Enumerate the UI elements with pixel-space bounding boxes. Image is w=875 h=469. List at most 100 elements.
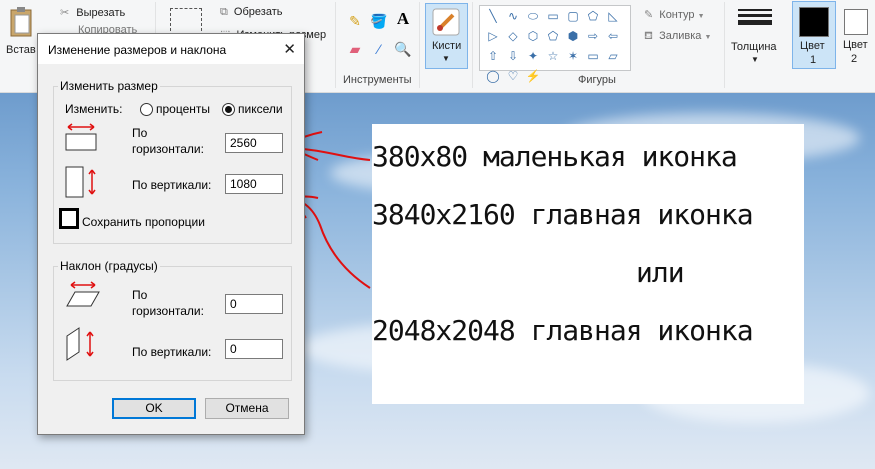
text-tool-icon[interactable]: A [394, 9, 412, 28]
size-label: Толщина [731, 41, 777, 53]
chevron-down-icon: ▼ [442, 54, 450, 63]
paste-label: Встав [6, 44, 36, 56]
keep-ratio-checkbox[interactable] [59, 208, 79, 229]
skew-group-title: Наклон (градусы) [58, 259, 160, 273]
brushes-label: Кисти [432, 40, 462, 52]
shape-triangle-icon[interactable]: ◺ [604, 8, 622, 24]
note-image: 380x80 маленькая иконка 3840x2160 главна… [372, 124, 804, 404]
dialog-title: Изменение размеров и наклона [48, 43, 227, 57]
resize-skew-dialog: Изменение размеров и наклона ✕ Изменить … [37, 33, 305, 435]
keep-ratio-label[interactable]: Сохранить пропорции [82, 215, 205, 229]
shape-oval-icon[interactable]: ⬭ [524, 8, 542, 24]
vertical-label: По вертикали: [132, 178, 212, 192]
pixels-label[interactable]: пиксели [238, 102, 283, 116]
chevron-down-icon: ▼ [704, 34, 712, 41]
ribbon-separator [724, 2, 725, 88]
color2-swatch [844, 9, 868, 35]
shape-arrow-left-icon[interactable]: ⇦ [604, 28, 622, 44]
horizontal-resize-icon [65, 123, 97, 151]
note-line-1: 380x80 маленькая иконка [372, 140, 738, 173]
chevron-down-icon: ▼ [751, 55, 759, 64]
shape-polygon-icon[interactable]: ⬠ [584, 8, 602, 24]
horizontal-skew-icon [66, 281, 100, 307]
color2-label: Цвет [843, 39, 868, 51]
chevron-down-icon: ▼ [697, 13, 705, 20]
shape-right-triangle-icon[interactable]: ▷ [484, 28, 502, 44]
percent-label[interactable]: проценты [156, 102, 210, 116]
cut-label: Вырезать [76, 7, 126, 19]
clipboard-icon [10, 7, 32, 37]
brush-icon [432, 8, 460, 36]
shape-hexagon-icon[interactable]: ⬠ [544, 28, 562, 44]
note-line-2: 3840x2160 главная иконка [372, 198, 754, 231]
shape-pentagon-icon[interactable]: ⬡ [524, 28, 542, 44]
shape-lightning-icon[interactable]: ⚡ [524, 68, 542, 84]
note-line-4: 2048x2048 главная иконка [372, 314, 754, 347]
shape-arrow-up-icon[interactable]: ⇧ [484, 48, 502, 64]
crop-button[interactable]: ⧉ Обрезать [220, 6, 282, 19]
line-thickness-icon [738, 9, 772, 25]
percent-radio[interactable] [140, 103, 153, 116]
outline-icon: ✎ [644, 9, 654, 21]
crop-icon: ⧉ [220, 6, 228, 18]
magnifier-icon[interactable]: 🔍 [394, 40, 412, 58]
pencil-icon[interactable]: ✎ [346, 12, 364, 30]
shape-callout-rect-icon[interactable]: ▭ [584, 48, 602, 64]
shape-curve-icon[interactable]: ∿ [504, 8, 522, 24]
shape-star4-icon[interactable]: ✦ [524, 48, 542, 64]
outline-button[interactable]: ✎ Контур ▼ [644, 8, 705, 21]
shape-diamond-icon[interactable]: ◇ [504, 28, 522, 44]
shape-callout-round-icon[interactable]: ▱ [604, 48, 622, 64]
shapes-gallery[interactable]: ╲ ∿ ⬭ ▭ ▢ ⬠ ◺ ▷ ◇ ⬡ ⬠ ⬢ ⇨ ⇦ ⇧ ⇩ ✦ ☆ ✶ ▭ ▱ ◯ ♡ ⚡ [479, 5, 631, 83]
crop-label: Обрезать [233, 6, 283, 18]
skew-vertical-input[interactable]: 0 [225, 339, 283, 359]
shape-rounded-rect-icon[interactable]: ▢ [564, 8, 582, 24]
horizontal-label-2: горизонтали: [132, 142, 204, 156]
close-icon[interactable]: ✕ [283, 40, 296, 58]
shape-rectangle-icon[interactable]: ▭ [544, 8, 562, 24]
color1-swatch [799, 7, 829, 37]
skew-horizontal-input[interactable]: 0 [225, 294, 283, 314]
shape-hexagon2-icon[interactable]: ⬢ [564, 28, 582, 44]
shape-arrow-right-icon[interactable]: ⇨ [584, 28, 602, 44]
dialog-titlebar[interactable]: Изменение размеров и наклона ✕ [38, 34, 304, 64]
ribbon-separator [335, 2, 336, 88]
ok-button[interactable]: OK [112, 398, 196, 419]
shape-arrow-down-icon[interactable]: ⇩ [504, 48, 522, 64]
select-button[interactable] [170, 8, 202, 36]
shapes-group-label: Фигуры [578, 74, 616, 86]
shape-heart-icon[interactable]: ♡ [504, 68, 522, 84]
fill-button[interactable]: ⛾ Заливка ▼ [644, 30, 711, 44]
paste-button[interactable]: Встав [4, 4, 38, 68]
fill-icon: ⛾ [644, 30, 653, 42]
shape-star5-icon[interactable]: ☆ [544, 48, 562, 64]
outline-label: Контур [659, 9, 695, 21]
eraser-icon[interactable]: ▰ [346, 40, 364, 58]
shape-callout-oval-icon[interactable]: ◯ [484, 68, 502, 84]
ribbon-separator [419, 2, 420, 88]
color1-number: 1 [810, 54, 817, 66]
vertical-skew-icon [66, 327, 94, 361]
cut-button[interactable]: ✂ Вырезать [60, 6, 150, 19]
scissors-icon: ✂ [60, 7, 70, 19]
pixels-radio[interactable] [222, 103, 235, 116]
shape-star6-icon[interactable]: ✶ [564, 48, 582, 64]
color2-button[interactable]: Цвет 2 [838, 1, 875, 67]
skew-vertical-label: По вертикали: [132, 345, 212, 359]
color1-label: Цвет [800, 40, 825, 52]
horizontal-size-input[interactable]: 2560 [225, 133, 283, 153]
change-by-label: Изменить: [65, 102, 123, 116]
skew-horizontal-label-1: По [132, 288, 148, 302]
fill-bucket-icon[interactable]: 🪣 [370, 12, 388, 30]
color-picker-icon[interactable]: ⁄ [370, 40, 388, 58]
shape-line-icon[interactable]: ╲ [484, 8, 502, 24]
size-button[interactable]: Толщина ▼ [728, 3, 782, 67]
color1-button[interactable]: Цвет 1 [792, 1, 836, 69]
ribbon-separator [472, 2, 473, 88]
fill-label: Заливка [659, 30, 702, 42]
cancel-button[interactable]: Отмена [205, 398, 289, 419]
vertical-resize-icon [65, 166, 96, 198]
vertical-size-input[interactable]: 1080 [225, 174, 283, 194]
skew-horizontal-label-2: горизонтали: [132, 304, 204, 318]
brushes-button[interactable]: Кисти ▼ [425, 3, 468, 69]
